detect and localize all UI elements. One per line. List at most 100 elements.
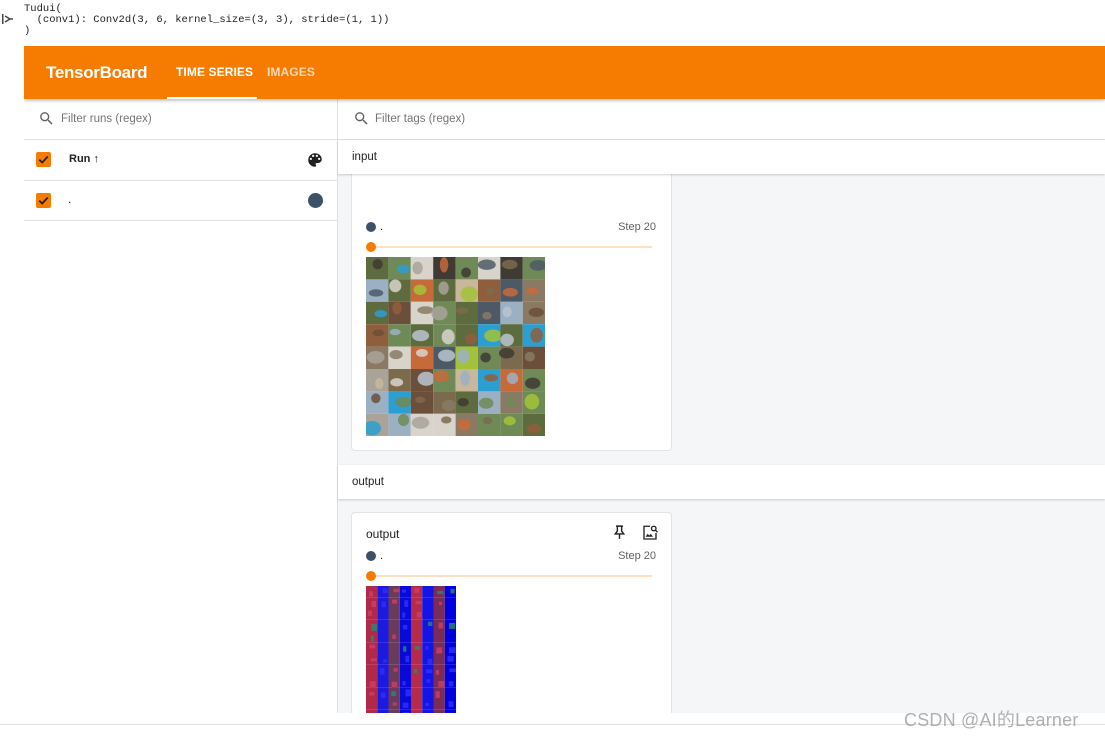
run-color-swatch[interactable]: [308, 193, 323, 208]
feature-map-tile: [377, 642, 389, 654]
feature-map-tile: [422, 597, 434, 609]
slider-track: [371, 246, 652, 248]
run-color-dot: [366, 222, 376, 232]
thumbnail-subject: [486, 286, 495, 296]
feature-map-detail: [414, 646, 421, 650]
feature-map-tile: [366, 709, 378, 713]
feature-map-tile: [422, 586, 434, 598]
step-slider[interactable]: [366, 571, 652, 581]
card-run-info: . Step 20: [366, 221, 656, 235]
feature-map-tile: [377, 631, 389, 643]
group-title: input: [352, 151, 377, 163]
output-image-grid[interactable]: [366, 586, 456, 713]
console-output: Tudui( (conv1): Conv2d(3, 6, kernel_size…: [0, 0, 1105, 46]
feature-map-detail: [391, 691, 396, 697]
run-row[interactable]: .: [24, 181, 337, 221]
palette-icon[interactable]: [306, 151, 324, 169]
feature-map-tile: [399, 608, 411, 620]
run-name: .: [68, 192, 72, 206]
feature-map-detail: [369, 591, 374, 597]
feature-map-tile: [399, 653, 411, 665]
run-checkbox[interactable]: [36, 193, 51, 208]
output-collapse-icon[interactable]: [1, 12, 14, 26]
search-icon: [355, 112, 368, 125]
check-icon: [38, 196, 49, 205]
feature-map-detail: [438, 601, 443, 605]
slider-thumb[interactable]: [366, 242, 376, 252]
step-label: Step 20: [618, 550, 656, 562]
watermark: CSDN @AI的Learner: [904, 710, 1079, 730]
pin-icon[interactable]: [611, 524, 628, 541]
thumbnail-subject: [500, 333, 514, 347]
feature-map-detail: [369, 644, 376, 649]
tag-filter[interactable]: Filter tags (regex): [338, 99, 1105, 140]
thumbnail-subject: [371, 393, 381, 404]
feature-map-detail: [402, 624, 408, 630]
thumbnail-subject: [526, 287, 539, 295]
feature-map-tile: [366, 698, 378, 710]
tag-filter-input[interactable]: Filter tags (regex): [375, 113, 465, 125]
feature-map-detail: [371, 600, 377, 608]
feature-map-detail: [370, 635, 374, 642]
feature-map-detail: [402, 681, 406, 686]
thumbnail-subject: [433, 370, 449, 383]
step-slider[interactable]: [366, 242, 652, 252]
feature-map-detail: [382, 588, 388, 594]
feature-map-detail: [414, 588, 420, 593]
console-text: Tudui( (conv1): Conv2d(3, 6, kernel_size…: [24, 3, 390, 37]
feature-map-detail: [405, 655, 410, 663]
thumbnail-subject: [389, 279, 402, 293]
slider-thumb[interactable]: [366, 571, 376, 581]
feature-map-detail: [426, 679, 431, 683]
tab-images[interactable]: IMAGES: [267, 65, 315, 79]
card-title: output: [366, 527, 400, 541]
feature-map-detail: [448, 701, 454, 708]
thumbnail-subject: [441, 399, 457, 412]
feature-map-tile: [433, 698, 445, 710]
thumbnail-subject: [501, 259, 518, 270]
feature-map-tile: [411, 676, 423, 688]
feature-map-tile: [411, 631, 423, 643]
thumbnail-subject: [417, 371, 436, 386]
feature-map-tile: [422, 608, 434, 620]
thumbnail-subject: [524, 377, 541, 389]
feature-map-detail: [392, 599, 398, 604]
feature-map-detail: [435, 691, 440, 698]
thumbnail-subject: [482, 416, 493, 425]
brand-title: TensorBoard: [46, 63, 148, 82]
feature-map-detail: [414, 669, 418, 674]
thumbnail-subject: [389, 350, 403, 360]
feature-map-detail: [379, 667, 385, 675]
feature-map-detail: [393, 588, 400, 593]
feature-map-tile: [444, 631, 456, 643]
feature-map-detail: [368, 610, 372, 616]
feature-map-detail: [425, 646, 429, 650]
feature-map-detail: [402, 612, 406, 618]
thumbnail-subject: [482, 311, 492, 320]
tab-time-series[interactable]: TIME SERIES: [176, 65, 253, 79]
select-all-checkbox[interactable]: [36, 152, 51, 167]
input-image-grid[interactable]: [366, 257, 545, 436]
feature-map-detail: [425, 669, 433, 674]
run-name: .: [380, 550, 384, 562]
feature-map-detail: [428, 621, 433, 627]
run-column-sort[interactable]: Run ↑: [69, 153, 99, 165]
feature-map-detail: [380, 692, 386, 699]
image-search-icon[interactable]: [641, 524, 659, 542]
feature-map-tile: [422, 631, 434, 643]
thumbnail-subject: [524, 351, 535, 362]
group-header-output[interactable]: output: [338, 465, 1105, 499]
thumbnail-subject: [528, 307, 545, 318]
feature-map-tile: [444, 608, 456, 620]
feature-map-tile: [411, 698, 423, 710]
feature-map-tile: [388, 619, 400, 631]
run-filter-input[interactable]: Filter runs (regex): [61, 113, 152, 125]
image-card-output: output . Step 20: [351, 512, 672, 713]
feature-map-tile: [399, 664, 411, 676]
feature-map-detail: [393, 668, 398, 672]
thumbnail-subject: [460, 370, 470, 386]
run-color-dot: [366, 551, 376, 561]
run-filter[interactable]: Filter runs (regex): [24, 99, 337, 140]
group-header-input[interactable]: input: [338, 140, 1105, 174]
feature-map-detail: [404, 600, 409, 608]
